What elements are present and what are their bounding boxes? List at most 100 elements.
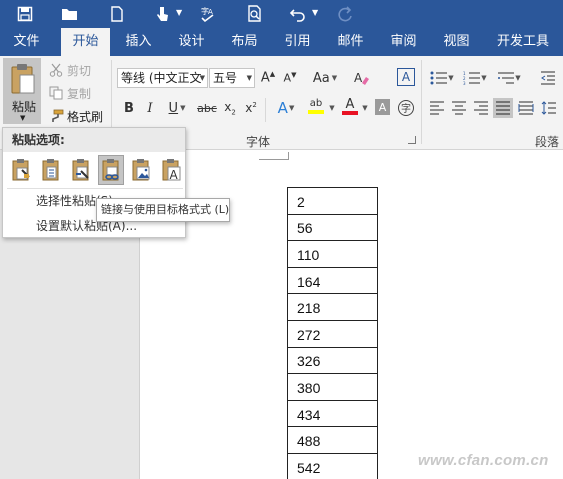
paste-button[interactable]: 粘贴 ▼ <box>3 58 41 124</box>
justify-button[interactable] <box>493 98 513 118</box>
highlight-dropdown-icon[interactable]: ▼ <box>328 98 336 118</box>
table-cell[interactable]: 542 <box>287 452 378 479</box>
svg-text:3: 3 <box>463 81 466 85</box>
paste-as-picture-button[interactable] <box>128 155 154 185</box>
tab-developer[interactable]: 开发工具 <box>490 28 556 56</box>
align-right-button[interactable] <box>471 98 491 118</box>
format-painter-button[interactable]: 格式刷 <box>48 106 103 126</box>
table-cell[interactable]: 218 <box>287 293 378 321</box>
numbering-button[interactable]: 123 ▼ <box>460 68 490 88</box>
paste-options-header: 粘贴选项: <box>3 128 185 152</box>
paste-merge-formatting-icon <box>42 159 59 181</box>
tab-references[interactable]: 引用 <box>275 28 320 56</box>
bold-icon: B <box>124 100 134 116</box>
font-color-button[interactable]: A <box>340 96 360 116</box>
font-size-value: 五号 <box>213 71 238 85</box>
clear-formatting-button[interactable]: A <box>353 68 371 88</box>
change-case-button[interactable]: Aa ▼ <box>309 68 341 88</box>
tab-layout[interactable]: 布局 <box>222 28 267 56</box>
align-center-button[interactable] <box>449 98 469 118</box>
clear-formatting-icon: A <box>354 71 369 85</box>
decrease-indent-button[interactable] <box>538 68 558 88</box>
align-center-icon <box>452 101 466 115</box>
table-cell[interactable]: 272 <box>287 319 378 348</box>
paste-nest-table-icon <box>72 159 89 181</box>
table-cell[interactable]: 326 <box>287 346 378 375</box>
align-right-icon <box>474 101 488 115</box>
align-left-icon <box>430 101 444 115</box>
table-row: 380 <box>287 373 378 401</box>
open-folder-icon[interactable] <box>58 3 82 25</box>
font-name-combo[interactable]: 等线 (中文正文 ▼ <box>117 68 208 88</box>
table-cell[interactable]: 110 <box>287 240 378 268</box>
bullets-button[interactable]: ▼ <box>427 68 457 88</box>
paste-as-picture-icon <box>132 159 150 181</box>
font-color-dropdown-icon[interactable]: ▼ <box>361 98 369 118</box>
format-painter-label: 格式刷 <box>67 109 104 124</box>
table-cell[interactable]: 56 <box>287 213 378 242</box>
multilevel-list-icon <box>498 72 515 84</box>
line-spacing-button[interactable] <box>539 98 559 118</box>
align-left-button[interactable] <box>427 98 447 118</box>
table-cell[interactable]: 434 <box>287 399 378 428</box>
cut-button[interactable]: 剪切 <box>48 60 91 80</box>
grow-font-icon: A▲ <box>260 70 276 86</box>
text-effects-button[interactable]: A ▼ <box>272 98 300 118</box>
grow-font-button[interactable]: A▲ <box>259 68 277 88</box>
touch-mode-dropdown-icon[interactable]: ▼ <box>176 7 184 19</box>
table-cell[interactable]: 2 <box>287 187 378 215</box>
subscript-button[interactable]: x2 <box>221 98 239 118</box>
scissors-icon <box>48 62 64 78</box>
save-icon[interactable] <box>13 3 37 25</box>
line-spacing-icon <box>541 101 556 115</box>
spelling-check-icon[interactable]: 字A <box>196 3 220 25</box>
tab-review[interactable]: 审阅 <box>381 28 426 56</box>
redo-icon[interactable] <box>333 3 357 25</box>
cut-label: 剪切 <box>67 63 92 78</box>
italic-button[interactable]: I <box>142 98 158 118</box>
bold-button[interactable]: B <box>121 98 137 118</box>
underline-button[interactable]: U ▼ <box>164 98 190 118</box>
new-document-icon[interactable] <box>105 3 129 25</box>
shrink-font-button[interactable]: A▼ <box>281 68 299 88</box>
strikethrough-button[interactable]: abc <box>196 98 218 118</box>
print-preview-icon[interactable] <box>243 3 267 25</box>
touch-mode-icon[interactable] <box>150 3 174 25</box>
table-cell[interactable]: 164 <box>287 266 378 295</box>
enclose-characters-button[interactable]: 字 <box>396 98 416 118</box>
format-separator <box>265 98 266 122</box>
font-color-bar <box>342 110 358 115</box>
data-table[interactable]: 2 56 110 164 218 272 326 380 434 488 542 <box>287 187 378 479</box>
undo-dropdown-icon[interactable]: ▼ <box>312 7 320 19</box>
tab-design[interactable]: 设计 <box>169 28 214 56</box>
font-size-combo[interactable]: 五号 ▼ <box>209 68 255 88</box>
table-cell[interactable]: 488 <box>287 426 378 454</box>
character-shading-button[interactable]: A <box>375 99 390 115</box>
paragraph-group-label: 段落 <box>535 135 560 149</box>
paste-link-destination-styles-button[interactable] <box>98 155 124 185</box>
tab-mailings[interactable]: 邮件 <box>328 28 373 56</box>
text-effects-icon: A <box>277 99 288 117</box>
table-row: 110 <box>287 240 378 268</box>
highlight-color-bar <box>308 110 324 114</box>
tab-view[interactable]: 视图 <box>434 28 479 56</box>
paste-nest-table-button[interactable] <box>68 155 94 185</box>
ribbon-tab-bar: 文件 开始 插入 设计 布局 引用 邮件 审阅 视图 开发工具 <box>0 28 563 56</box>
tab-insert[interactable]: 插入 <box>116 28 161 56</box>
superscript-button[interactable]: x2 <box>242 98 260 118</box>
highlight-color-button[interactable]: ab <box>304 96 328 116</box>
table-row: 56 <box>287 213 378 242</box>
distributed-button[interactable] <box>516 98 536 118</box>
table-cell[interactable]: 380 <box>287 373 378 401</box>
paste-merge-formatting-button[interactable] <box>38 155 64 185</box>
paste-keep-text-only-button[interactable]: A <box>158 155 184 185</box>
copy-button[interactable]: 复制 <box>48 83 91 103</box>
character-border-button[interactable]: A <box>397 68 415 86</box>
tab-file[interactable]: 文件 <box>4 28 49 56</box>
undo-icon[interactable] <box>286 3 310 25</box>
copy-label: 复制 <box>67 86 92 101</box>
font-dialog-launcher-icon[interactable] <box>408 136 416 144</box>
multilevel-list-button[interactable]: ▼ <box>494 68 524 88</box>
tab-home[interactable]: 开始 <box>61 28 110 56</box>
paste-keep-source-formatting-button[interactable] <box>8 155 34 185</box>
